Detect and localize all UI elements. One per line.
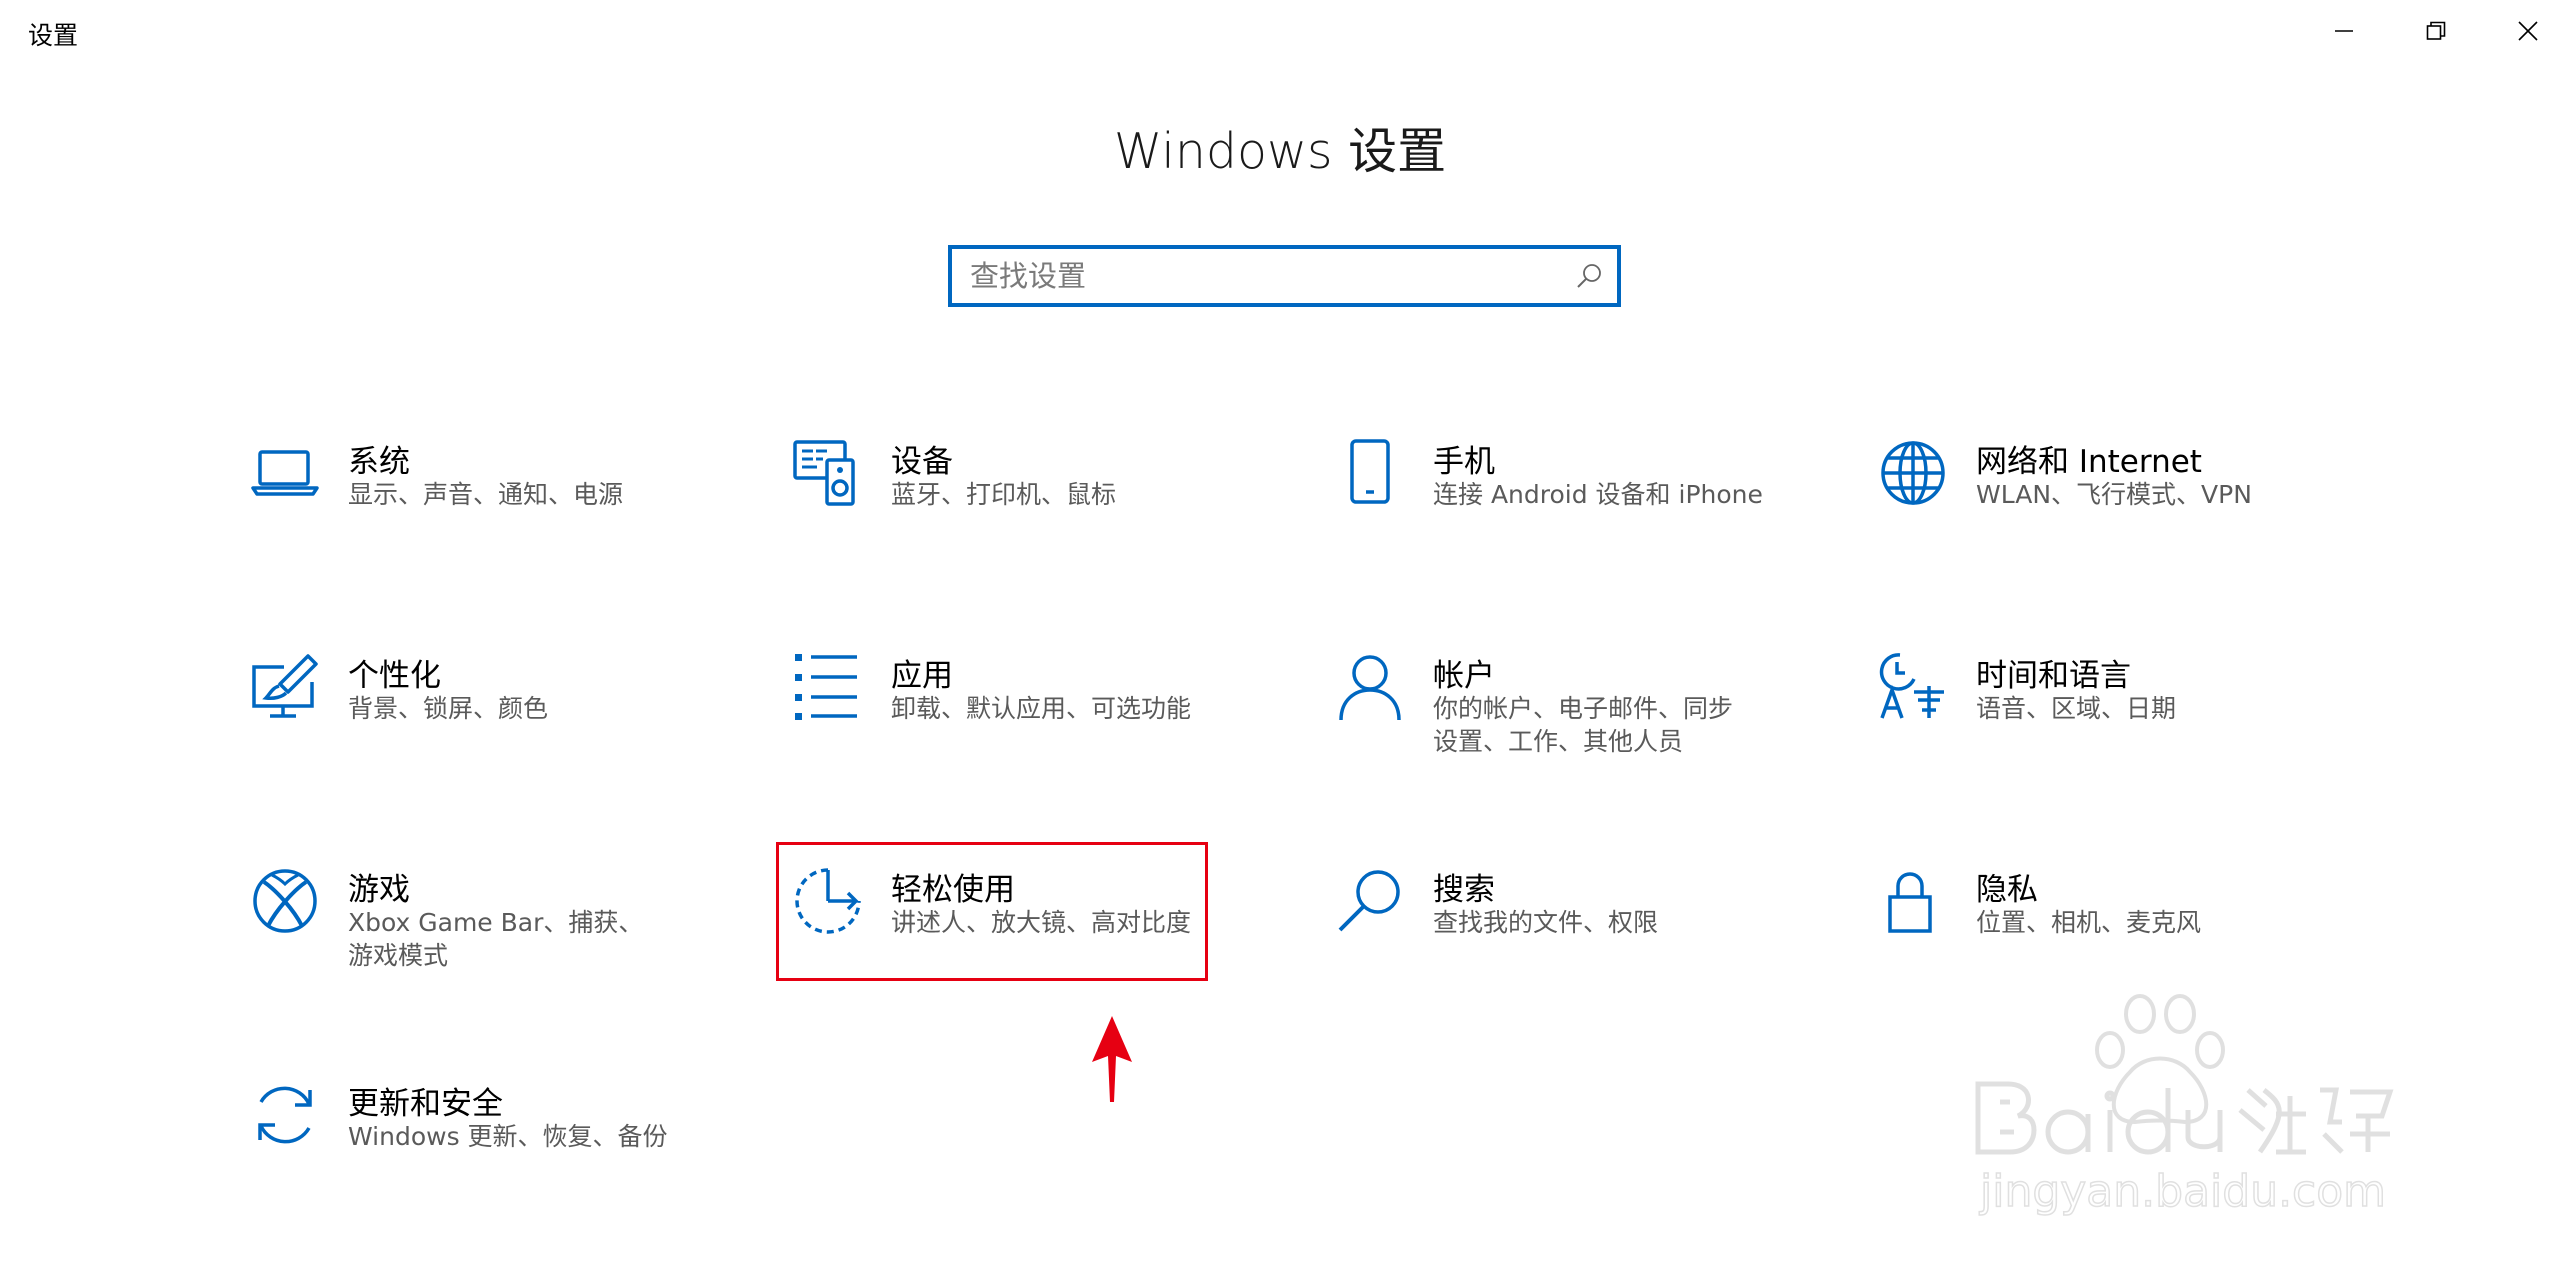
tile-description: Xbox Game Bar、捕获、游戏模式 bbox=[348, 908, 644, 970]
tile-title: 时间和语言 bbox=[1976, 658, 2131, 694]
personalization-icon bbox=[250, 652, 320, 722]
search-icon[interactable] bbox=[1575, 262, 1603, 290]
tile-update-security[interactable]: 更新和安全 Windows 更新、恢复、备份 bbox=[250, 1080, 750, 1230]
update-icon bbox=[250, 1080, 320, 1150]
phone-icon bbox=[1335, 438, 1405, 508]
tile-search[interactable]: 搜索 查找我的文件、权限 bbox=[1335, 866, 1835, 1016]
tile-title: 系统 bbox=[348, 444, 410, 480]
tile-description: 语音、区域、日期 bbox=[1976, 694, 2177, 723]
tile-time-language[interactable]: 时间和语言 语音、区域、日期 bbox=[1878, 652, 2378, 802]
tile-description: 位置、相机、麦克风 bbox=[1976, 908, 2202, 937]
xbox-icon bbox=[250, 866, 320, 936]
tile-title: 设备 bbox=[891, 444, 953, 480]
tile-title: 更新和安全 bbox=[348, 1086, 503, 1122]
tile-title: 手机 bbox=[1433, 444, 1495, 480]
search-box[interactable] bbox=[948, 245, 1621, 307]
tile-gaming[interactable]: 游戏 Xbox Game Bar、捕获、游戏模式 bbox=[250, 866, 750, 1016]
tile-description: 卸载、默认应用、可选功能 bbox=[891, 694, 1192, 723]
title-bar: 设置 bbox=[0, 0, 2560, 62]
tile-title: 个性化 bbox=[348, 658, 441, 694]
highlight-box bbox=[776, 842, 1208, 981]
baidu-watermark: jingyan.baidu.com bbox=[1975, 994, 2394, 1217]
minimize-icon bbox=[2335, 30, 2353, 32]
search-input[interactable] bbox=[970, 249, 1530, 303]
page-title: Windows 设置 bbox=[1113, 123, 1447, 180]
time-language-icon bbox=[1878, 652, 1948, 722]
lock-icon bbox=[1878, 866, 1948, 936]
tile-title: 应用 bbox=[891, 658, 953, 694]
laptop-icon bbox=[250, 438, 320, 508]
tile-title: 隐私 bbox=[1976, 872, 2038, 908]
tile-description: 你的帐户、电子邮件、同步设置、工作、其他人员 bbox=[1433, 694, 1734, 756]
tile-description: 查找我的文件、权限 bbox=[1433, 908, 1659, 937]
red-arrow-icon bbox=[1092, 1016, 1132, 1102]
close-button[interactable] bbox=[2482, 0, 2560, 62]
tile-title: 帐户 bbox=[1433, 658, 1495, 694]
tile-network[interactable]: 网络和 Internet WLAN、飞行模式、VPN bbox=[1878, 438, 2378, 588]
restore-icon bbox=[2426, 21, 2446, 40]
tile-system[interactable]: 系统 显示、声音、通知、电源 bbox=[250, 438, 750, 588]
tile-title: 搜索 bbox=[1433, 872, 1495, 908]
tile-title: 游戏 bbox=[348, 872, 410, 908]
window-title: 设置 bbox=[28, 21, 79, 50]
tile-description: 连接 Android 设备和 iPhone bbox=[1433, 480, 1763, 509]
minimize-button[interactable] bbox=[2298, 0, 2390, 62]
devices-icon bbox=[793, 438, 863, 508]
globe-icon bbox=[1878, 438, 1948, 508]
tile-title: 网络和 Internet bbox=[1976, 444, 2202, 480]
tile-description: 背景、锁屏、颜色 bbox=[348, 694, 549, 723]
tile-description: 显示、声音、通知、电源 bbox=[348, 480, 624, 509]
tile-description: Windows 更新、恢复、备份 bbox=[348, 1122, 668, 1151]
watermark-url: jingyan.baidu.com bbox=[1979, 1166, 2386, 1217]
restore-button[interactable] bbox=[2390, 0, 2482, 62]
tile-accounts[interactable]: 帐户 你的帐户、电子邮件、同步设置、工作、其他人员 bbox=[1335, 652, 1835, 802]
tile-description: WLAN、飞行模式、VPN bbox=[1976, 480, 2252, 509]
tile-phone[interactable]: 手机 连接 Android 设备和 iPhone bbox=[1335, 438, 1835, 588]
tile-description: 蓝牙、打印机、鼠标 bbox=[891, 480, 1117, 509]
close-icon bbox=[2518, 21, 2538, 41]
account-icon bbox=[1335, 652, 1405, 722]
apps-icon bbox=[793, 652, 863, 722]
search-icon bbox=[1335, 866, 1405, 936]
tile-apps[interactable]: 应用 卸载、默认应用、可选功能 bbox=[793, 652, 1293, 802]
tile-devices[interactable]: 设备 蓝牙、打印机、鼠标 bbox=[793, 438, 1293, 588]
tile-personalization[interactable]: 个性化 背景、锁屏、颜色 bbox=[250, 652, 750, 802]
